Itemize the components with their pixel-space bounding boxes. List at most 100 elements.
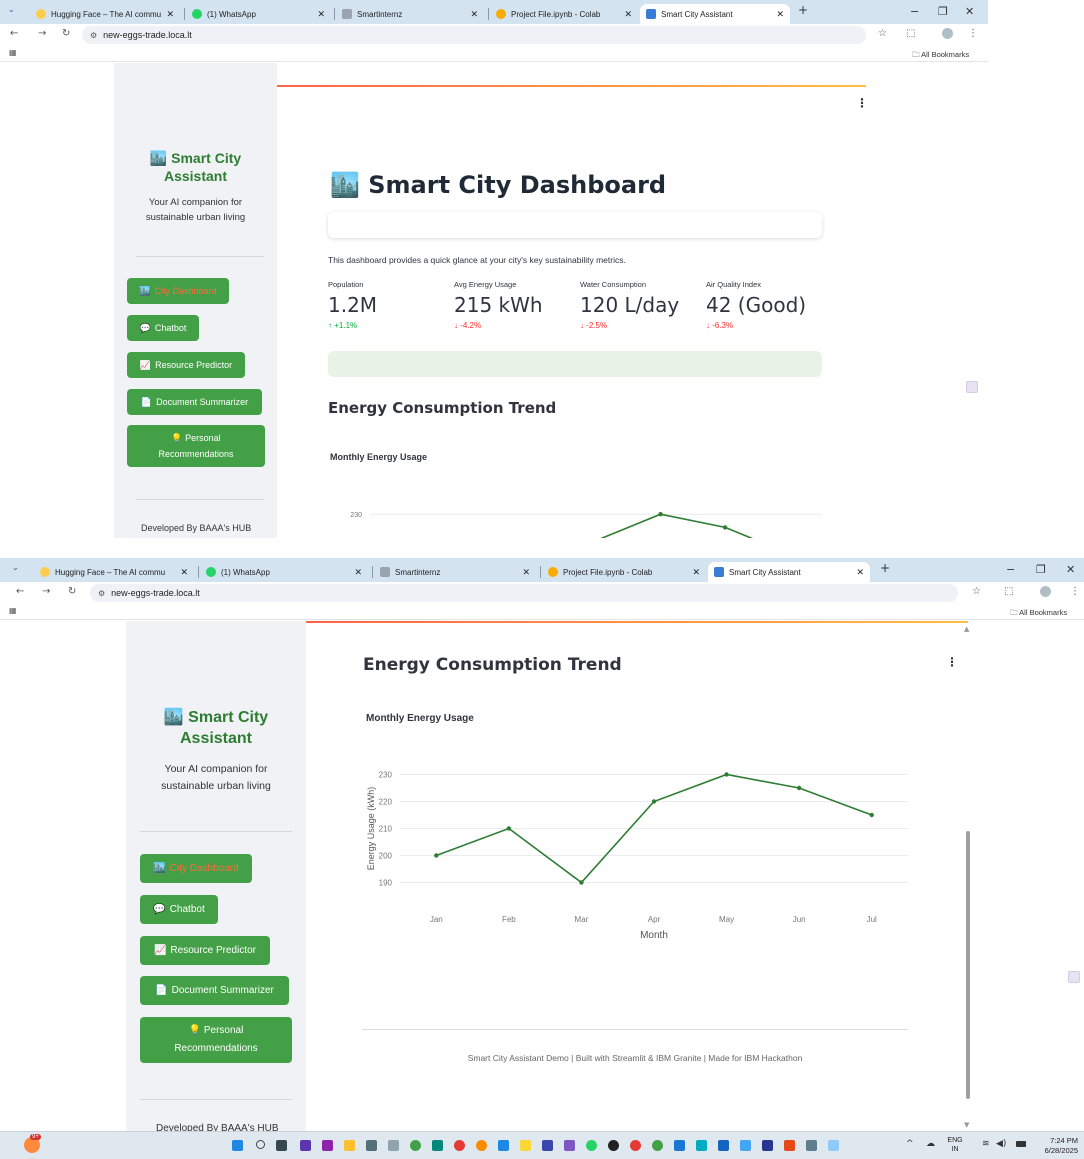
volume-icon[interactable]: ◀): [996, 1139, 1006, 1149]
address-bar[interactable]: ⚙ new-eggs-trade.loca.lt: [90, 584, 958, 602]
app-icon[interactable]: [696, 1140, 707, 1151]
nav-city-dashboard[interactable]: 🏙️ City Dashboard: [127, 278, 229, 304]
app-icon[interactable]: [564, 1140, 575, 1151]
restore-icon[interactable]: ❐: [1036, 563, 1046, 576]
app-icon[interactable]: [344, 1140, 355, 1151]
language-indicator[interactable]: ENG IN: [944, 1136, 966, 1154]
battery-icon[interactable]: [1016, 1141, 1026, 1147]
search-icon[interactable]: [256, 1140, 265, 1149]
tray-chevron-icon[interactable]: ^: [906, 1139, 914, 1149]
folder-icon[interactable]: [520, 1140, 531, 1151]
close-icon[interactable]: ✕: [317, 9, 325, 20]
tab-search-icon[interactable]: ⌄: [12, 563, 19, 572]
chrome-icon[interactable]: [630, 1140, 641, 1151]
onedrive-icon[interactable]: ☁: [926, 1139, 935, 1149]
app-icon[interactable]: [740, 1140, 751, 1151]
apps-grid-icon[interactable]: ▦: [9, 48, 17, 57]
scrollbar-thumb[interactable]: [966, 831, 970, 1099]
nav-personal-recommendations[interactable]: 💡 Personal Recommendations: [127, 425, 265, 467]
tab-smart-city-assistant[interactable]: Smart City Assistant ✕: [640, 4, 790, 24]
app-icon[interactable]: [718, 1140, 729, 1151]
extension-icon[interactable]: [1068, 971, 1080, 983]
bookmark-star-icon[interactable]: ☆: [972, 586, 981, 597]
close-icon[interactable]: ✕: [180, 567, 188, 578]
close-icon[interactable]: ✕: [856, 567, 864, 578]
extension-icon[interactable]: [966, 381, 978, 393]
app-icon[interactable]: [498, 1140, 509, 1151]
nav-city-dashboard[interactable]: 🏙️ City Dashboard: [140, 854, 252, 883]
close-icon[interactable]: ✕: [692, 567, 700, 578]
profile-avatar[interactable]: [1040, 586, 1051, 597]
app-icon[interactable]: [806, 1140, 817, 1151]
bookmark-star-icon[interactable]: ☆: [878, 28, 887, 39]
reload-icon[interactable]: ↻: [62, 28, 70, 39]
back-icon[interactable]: ←: [10, 28, 18, 39]
app-icon[interactable]: [432, 1140, 443, 1151]
app-icon[interactable]: [608, 1140, 619, 1151]
taskview-icon[interactable]: [276, 1140, 287, 1151]
profile-avatar[interactable]: [942, 28, 953, 39]
close-icon[interactable]: ✕: [470, 9, 478, 20]
nav-chatbot[interactable]: 💬 Chatbot: [140, 895, 218, 924]
app-icon[interactable]: [784, 1140, 795, 1151]
app-icon[interactable]: [388, 1140, 399, 1151]
tab-colab[interactable]: Project File.ipynb - Colab ✕: [542, 562, 706, 582]
close-window-icon[interactable]: ✕: [1066, 563, 1075, 576]
back-icon[interactable]: ←: [16, 586, 24, 597]
restore-icon[interactable]: ❐: [938, 5, 948, 18]
close-icon[interactable]: ✕: [522, 567, 530, 578]
browser-menu-icon[interactable]: ⋮: [1070, 586, 1080, 597]
forward-icon[interactable]: →: [42, 586, 50, 597]
new-tab-button[interactable]: +: [798, 3, 808, 17]
minimize-icon[interactable]: −: [1006, 563, 1015, 576]
scroll-down-icon[interactable]: ▼: [964, 1121, 969, 1129]
nav-resource-predictor[interactable]: 📈 Resource Predictor: [127, 352, 245, 378]
tab-smartinternz[interactable]: Smartinternz ✕: [336, 4, 484, 24]
site-info-icon[interactable]: ⚙: [90, 31, 97, 40]
scroll-up-icon[interactable]: ▲: [964, 625, 969, 633]
tab-smart-city-assistant[interactable]: Smart City Assistant ✕: [708, 562, 870, 582]
wifi-icon[interactable]: ≋: [982, 1139, 990, 1149]
nav-document-summarizer[interactable]: 📄 Document Summarizer: [127, 389, 262, 415]
all-bookmarks-button[interactable]: 🗀 All Bookmarks: [1010, 607, 1067, 620]
app-icon[interactable]: [410, 1140, 421, 1151]
app-icon[interactable]: [542, 1140, 553, 1151]
app-icon[interactable]: [300, 1140, 311, 1151]
extensions-icon[interactable]: ⬚: [1004, 586, 1013, 597]
vscode-icon[interactable]: [674, 1140, 685, 1151]
close-icon[interactable]: ✕: [166, 9, 174, 20]
tab-colab[interactable]: Project File.ipynb - Colab ✕: [490, 4, 638, 24]
tab-whatsapp[interactable]: (1) WhatsApp ✕: [200, 562, 368, 582]
apps-grid-icon[interactable]: ▦: [9, 606, 17, 615]
tab-whatsapp[interactable]: (1) WhatsApp ✕: [186, 4, 331, 24]
close-icon[interactable]: ✕: [776, 9, 784, 20]
tab-search-icon[interactable]: ⌄: [8, 5, 15, 14]
tab-hugging-face[interactable]: Hugging Face – The AI commu ✕: [34, 562, 194, 582]
browser-menu-icon[interactable]: ⋮: [968, 28, 978, 39]
close-window-icon[interactable]: ✕: [965, 5, 974, 18]
site-info-icon[interactable]: ⚙: [98, 589, 105, 598]
forward-icon[interactable]: →: [38, 28, 46, 39]
main-menu-icon[interactable]: ⋮: [856, 96, 868, 110]
nav-personal-recommendations[interactable]: 💡 Personal Recommendations: [140, 1017, 292, 1063]
chrome-icon[interactable]: [454, 1140, 465, 1151]
chrome-icon[interactable]: [652, 1140, 663, 1151]
new-tab-button[interactable]: +: [880, 561, 890, 575]
main-menu-icon[interactable]: ⋮: [946, 655, 958, 669]
nav-resource-predictor[interactable]: 📈 Resource Predictor: [140, 936, 270, 965]
tab-hugging-face[interactable]: Hugging Face – The AI commu ✕: [30, 4, 180, 24]
close-icon[interactable]: ✕: [624, 9, 632, 20]
app-icon[interactable]: [828, 1140, 839, 1151]
app-icon[interactable]: [366, 1140, 377, 1151]
close-icon[interactable]: ✕: [354, 567, 362, 578]
clock[interactable]: 7:24 PM 6/28/2025: [1030, 1136, 1078, 1156]
reload-icon[interactable]: ↻: [68, 586, 76, 597]
address-bar[interactable]: ⚙ new-eggs-trade.loca.lt: [82, 26, 866, 44]
nav-document-summarizer[interactable]: 📄 Document Summarizer: [140, 976, 289, 1005]
minimize-icon[interactable]: −: [910, 5, 919, 18]
tab-smartinternz[interactable]: Smartinternz ✕: [374, 562, 536, 582]
whatsapp-icon[interactable]: [586, 1140, 597, 1151]
all-bookmarks-button[interactable]: 🗀 All Bookmarks: [912, 49, 969, 62]
chrome-icon[interactable]: [476, 1140, 487, 1151]
start-icon[interactable]: [232, 1140, 243, 1151]
